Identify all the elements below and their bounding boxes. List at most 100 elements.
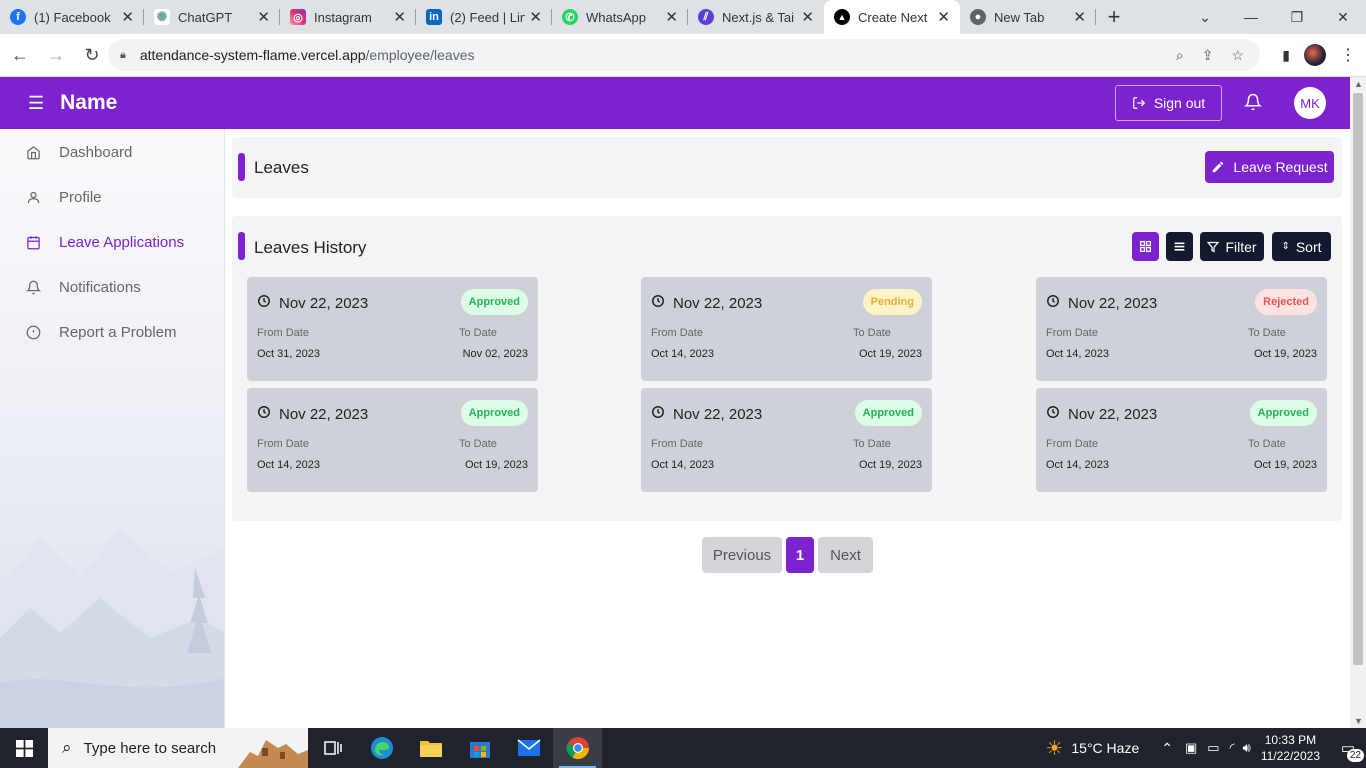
chrome-taskbar-icon[interactable]: [553, 728, 602, 768]
sidebar-item-report-problem[interactable]: Report a Problem: [0, 310, 224, 355]
notification-center-icon[interactable]: ▭ 22: [1330, 739, 1366, 762]
sidepanel-icon[interactable]: ▮: [1282, 47, 1290, 64]
scroll-down-arrow[interactable]: ▼: [1354, 716, 1363, 726]
menu-icon[interactable]: ☰: [28, 93, 44, 114]
from-date-value: Oct 31, 2023: [257, 348, 320, 360]
status-badge: Approved: [460, 289, 528, 315]
sidebar-item-label: Leave Applications: [59, 234, 185, 251]
sidebar-item-dashboard[interactable]: Dashboard: [0, 130, 224, 175]
filter-button[interactable]: Filter: [1200, 232, 1264, 261]
close-tab-icon[interactable]: ✕: [529, 8, 542, 26]
close-tab-icon[interactable]: ✕: [801, 8, 814, 26]
leave-request-button[interactable]: Leave Request: [1205, 151, 1334, 183]
close-tab-icon[interactable]: ✕: [257, 8, 270, 26]
browser-tab-instagram[interactable]: ◎ Instagram ✕: [280, 0, 416, 34]
sign-out-label: Sign out: [1153, 95, 1206, 111]
leave-date: Nov 22, 2023: [673, 405, 763, 423]
scrollbar-thumb[interactable]: [1353, 93, 1363, 665]
leave-date: Nov 22, 2023: [673, 294, 763, 312]
volume-icon[interactable]: 🔊︎: [1243, 740, 1251, 756]
to-date-value: Oct 19, 2023: [1254, 348, 1317, 360]
list-view-button[interactable]: [1166, 232, 1193, 261]
file-explorer-icon[interactable]: [406, 728, 455, 768]
sort-button[interactable]: ⇕ Sort: [1272, 232, 1331, 261]
browser-tab-chatgpt[interactable]: ✺ ChatGPT ✕: [144, 0, 280, 34]
to-date-value: Nov 02, 2023: [462, 348, 528, 360]
alert-circle-icon: [26, 325, 42, 340]
weather-text[interactable]: 15°C Haze: [1071, 740, 1139, 756]
notification-count-badge: 22: [1346, 749, 1364, 762]
leave-card[interactable]: Nov 22, 2023 Approved From Date To Date …: [247, 277, 538, 381]
to-date-label: To Date: [1248, 438, 1286, 450]
leave-card[interactable]: Nov 22, 2023 Approved From Date To Date …: [641, 388, 932, 492]
sidebar-item-profile[interactable]: Profile: [0, 175, 224, 220]
clock-time: 10:33 PM: [1264, 733, 1317, 747]
windows-start-button[interactable]: [0, 728, 48, 768]
previous-page-button[interactable]: Previous: [702, 537, 782, 573]
next-page-button[interactable]: Next: [818, 537, 873, 573]
browser-tab-strip: f (1) Facebook ✕ ✺ ChatGPT ✕ ◎ Instagram…: [0, 0, 1366, 34]
grid-view-button[interactable]: [1132, 232, 1159, 261]
chevron-down-icon[interactable]: ⌄: [1182, 0, 1228, 34]
more-menu-icon[interactable]: ⋮: [1340, 45, 1356, 65]
instagram-icon: ◎: [290, 9, 306, 25]
browser-tab-linkedin[interactable]: in (2) Feed | Lin ✕: [416, 0, 552, 34]
new-tab-button[interactable]: +: [1096, 0, 1132, 34]
system-clock[interactable]: 10:33 PM 11/22/2023: [1261, 732, 1320, 764]
microsoft-store-icon[interactable]: [455, 728, 504, 768]
mail-icon[interactable]: [504, 728, 553, 768]
leave-card[interactable]: Nov 22, 2023 Approved From Date To Date …: [247, 388, 538, 492]
browser-tab-nextjs[interactable]: ⫽ Next.js & Tai ✕: [688, 0, 824, 34]
close-window-button[interactable]: ✕: [1320, 0, 1366, 34]
forward-button[interactable]: →: [40, 39, 72, 71]
sidebar-item-leave-applications[interactable]: Leave Applications: [0, 220, 224, 265]
star-icon[interactable]: ☆: [1231, 47, 1244, 64]
close-tab-icon[interactable]: ✕: [121, 8, 134, 26]
minimize-button[interactable]: —: [1228, 0, 1274, 34]
restore-button[interactable]: ❐: [1274, 0, 1320, 34]
browser-tab-new[interactable]: ● New Tab ✕: [960, 0, 1096, 34]
task-view-icon[interactable]: [308, 728, 357, 768]
sign-out-button[interactable]: Sign out: [1115, 85, 1222, 121]
page-number-button[interactable]: 1: [786, 537, 814, 573]
weather-icon[interactable]: ☀: [1045, 736, 1063, 761]
to-date-label: To Date: [459, 438, 497, 450]
from-date-label: From Date: [257, 327, 309, 339]
share-icon[interactable]: ⇪: [1202, 47, 1214, 64]
sidebar-item-label: Dashboard: [59, 144, 133, 161]
browser-tab-create-next[interactable]: ▲ Create Next ✕: [824, 0, 960, 34]
zoom-icon[interactable]: ⌕: [1176, 47, 1184, 64]
close-tab-icon[interactable]: ✕: [1073, 8, 1086, 26]
leave-card[interactable]: Nov 22, 2023 Rejected From Date To Date …: [1036, 277, 1327, 381]
back-button[interactable]: ←: [4, 39, 36, 71]
meet-icon[interactable]: ▣: [1185, 740, 1197, 756]
app-header: ☰ Name Sign out MK: [0, 77, 1350, 129]
taskbar-search-box[interactable]: ⌕ Type here to search: [48, 728, 308, 768]
bell-icon[interactable]: [1243, 93, 1263, 116]
status-badge: Approved: [1249, 400, 1317, 426]
avatar[interactable]: MK: [1294, 87, 1326, 119]
browser-tab-whatsapp[interactable]: ✆ WhatsApp ✕: [552, 0, 688, 34]
close-tab-icon[interactable]: ✕: [393, 8, 406, 26]
browser-tab-facebook[interactable]: f (1) Facebook ✕: [0, 0, 144, 34]
vercel-icon: ▲: [834, 9, 850, 25]
address-bar[interactable]: 🔒︎ attendance-system-flame.vercel.app/em…: [108, 39, 1260, 71]
leaves-history-card: Leaves History Filter ⇕ Sort Nov 22, 202…: [232, 216, 1342, 521]
scroll-up-arrow[interactable]: ▲: [1354, 79, 1363, 89]
battery-icon[interactable]: ▭: [1207, 740, 1219, 756]
chevron-up-icon[interactable]: ⌃: [1161, 740, 1173, 757]
clock-icon: [651, 405, 665, 423]
lock-icon[interactable]: 🔒︎: [120, 49, 126, 62]
profile-avatar[interactable]: [1304, 44, 1326, 66]
page-scrollbar[interactable]: ▲ ▼: [1350, 77, 1366, 728]
to-date-value: Oct 19, 2023: [465, 459, 528, 471]
wifi-icon[interactable]: ◜: [1230, 740, 1235, 756]
reload-button[interactable]: ↻: [76, 39, 108, 71]
tab-label: ChatGPT: [178, 9, 233, 25]
close-tab-icon[interactable]: ✕: [937, 8, 950, 26]
edge-browser-icon[interactable]: [357, 728, 406, 768]
close-tab-icon[interactable]: ✕: [665, 8, 678, 26]
leave-card[interactable]: Nov 22, 2023 Approved From Date To Date …: [1036, 388, 1327, 492]
leave-card[interactable]: Nov 22, 2023 Pending From Date To Date O…: [641, 277, 932, 381]
sidebar-item-notifications[interactable]: Notifications: [0, 265, 224, 310]
